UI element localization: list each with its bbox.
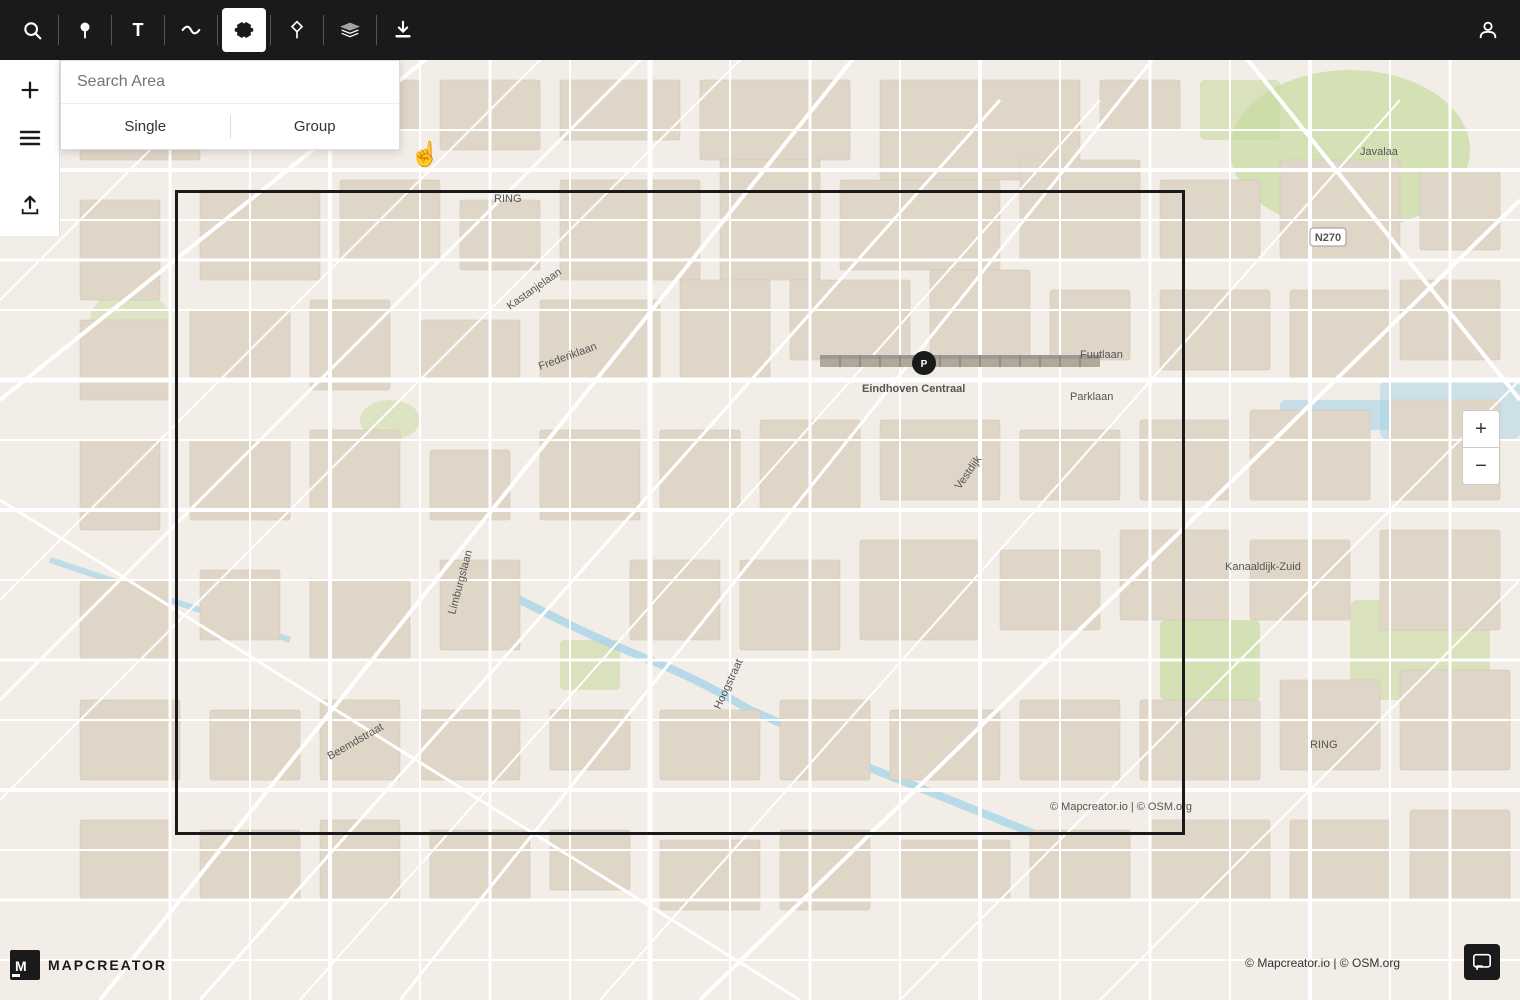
svg-text:M: M: [15, 958, 27, 974]
map[interactable]: P Kastanjelaan Frederiklaan Eindhoven Ce…: [0, 0, 1520, 1000]
svg-text:Fuutlaan: Fuutlaan: [1080, 349, 1123, 361]
toolbar-right: [1466, 8, 1510, 52]
menu-button[interactable]: [8, 116, 52, 160]
svg-text:RING: RING: [494, 193, 522, 205]
search-button[interactable]: [10, 8, 54, 52]
svg-text:Kanaaldijk-Zuid: Kanaaldijk-Zuid: [1225, 561, 1301, 573]
search-input-container: [61, 61, 399, 104]
layers-button[interactable]: [328, 8, 372, 52]
toolbar-divider-7: [376, 15, 377, 45]
toolbar-divider-2: [111, 15, 112, 45]
user-button[interactable]: [1466, 8, 1510, 52]
text-button[interactable]: T: [116, 8, 160, 52]
left-sidebar: [0, 60, 60, 236]
pin-button[interactable]: [63, 8, 107, 52]
search-tab-group[interactable]: Group: [231, 104, 400, 149]
map-attribution: © Mapcreator.io | © OSM.org: [1245, 956, 1400, 970]
search-tabs: Single Group: [61, 104, 399, 149]
svg-text:Javalaa: Javalaa: [1360, 146, 1399, 158]
export-button[interactable]: [381, 8, 425, 52]
logo-text: MAPCREATOR: [48, 957, 167, 973]
mapcreator-logo: M MAPCREATOR: [10, 950, 167, 980]
svg-text:N270: N270: [1315, 232, 1341, 244]
svg-text:P: P: [921, 359, 928, 370]
zoom-in-button[interactable]: +: [1463, 411, 1499, 447]
search-area-input[interactable]: [77, 73, 383, 91]
logo-icon: M: [10, 950, 40, 980]
zoom-out-button[interactable]: −: [1463, 448, 1499, 484]
upload-button[interactable]: [8, 184, 52, 228]
svg-text:© Mapcreator.io | © OSM.org: © Mapcreator.io | © OSM.org: [1050, 801, 1192, 813]
toolbar-divider-4: [217, 15, 218, 45]
svg-text:Eindhoven Centraal: Eindhoven Centraal: [862, 383, 965, 395]
zoom-controls: + −: [1462, 410, 1500, 485]
svg-text:Parklaan: Parklaan: [1070, 391, 1113, 403]
polygon-button[interactable]: [222, 8, 266, 52]
line-button[interactable]: [169, 8, 213, 52]
toolbar-divider-1: [58, 15, 59, 45]
add-button[interactable]: [8, 68, 52, 112]
chat-button[interactable]: [1464, 944, 1500, 980]
toolbar-divider-5: [270, 15, 271, 45]
text-icon: T: [133, 20, 144, 41]
toolbar-divider-6: [323, 15, 324, 45]
toolbar: T: [0, 0, 1520, 60]
svg-text:RING: RING: [1310, 739, 1338, 751]
search-dropdown: Single Group: [60, 60, 400, 150]
search-tab-single[interactable]: Single: [61, 104, 230, 149]
toolbar-divider-3: [164, 15, 165, 45]
route-button[interactable]: [275, 8, 319, 52]
